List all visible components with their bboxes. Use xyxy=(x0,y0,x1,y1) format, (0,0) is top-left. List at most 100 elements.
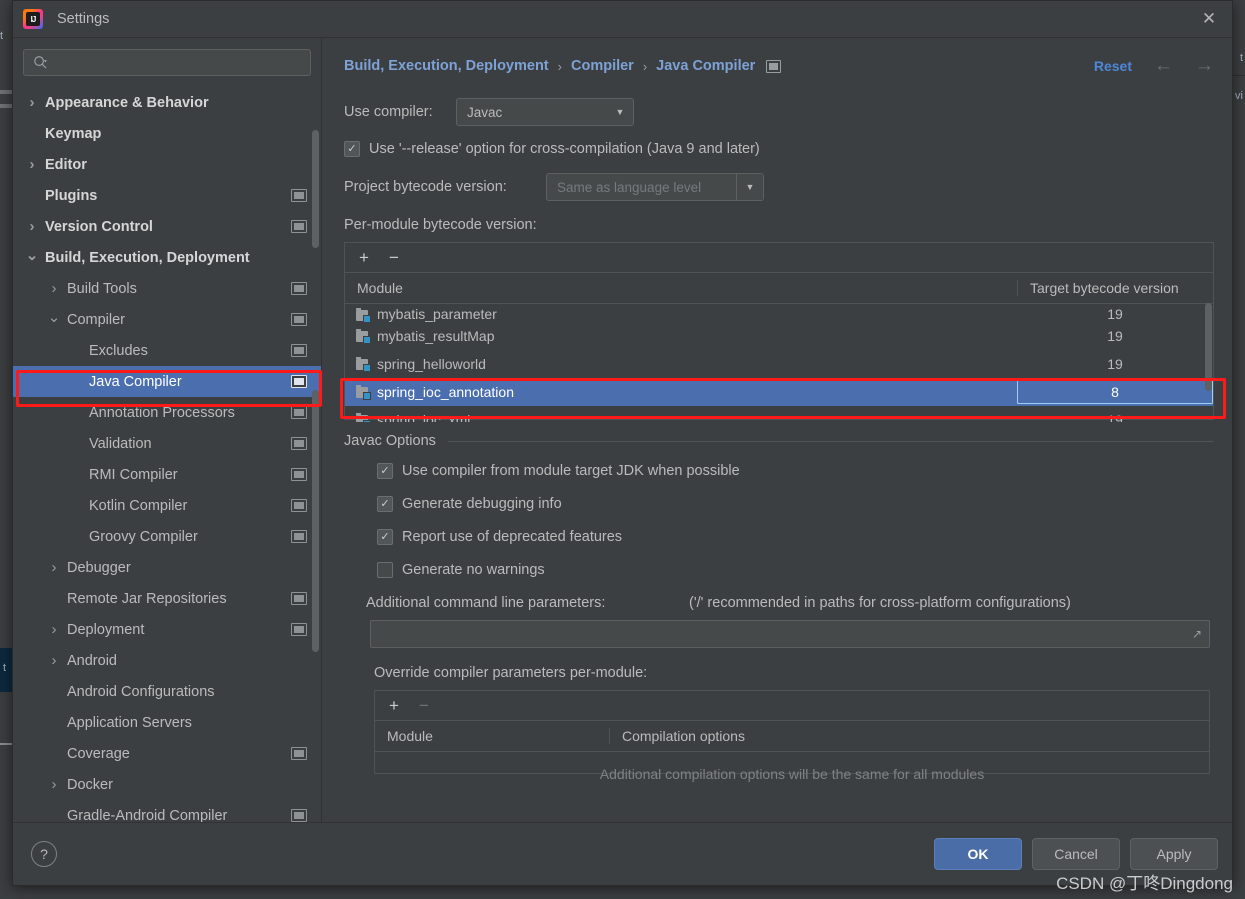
chevron-right-icon[interactable]: › xyxy=(47,652,61,669)
table-row[interactable]: mybatis_parameter 19 xyxy=(345,304,1213,322)
table-row[interactable]: spring_ioc_xml 19 xyxy=(345,406,1213,422)
sidebar-item-label: Deployment xyxy=(67,621,145,638)
sidebar-item-keymap[interactable]: Keymap xyxy=(13,118,321,149)
release-option-row[interactable]: ✓ Use '--release' option for cross-compi… xyxy=(344,141,1214,157)
sidebar-item-appearance-behavior[interactable]: › Appearance & Behavior xyxy=(13,87,321,118)
sidebar-item-android[interactable]: › Android xyxy=(13,645,321,676)
table-row[interactable]: spring_ioc_annotation 8 xyxy=(345,378,1213,406)
javac-option-checkbox[interactable] xyxy=(377,562,393,578)
settings-tree[interactable]: › Appearance & Behavior Keymap › Editor Plugi… xyxy=(13,85,321,822)
project-scope-icon xyxy=(291,189,307,202)
arrow-left-icon[interactable]: ← xyxy=(1154,55,1173,77)
override-column-compilation-options[interactable]: Compilation options xyxy=(609,728,1209,744)
remove-module-button[interactable]: − xyxy=(389,249,399,266)
sidebar-item-label: Validation xyxy=(89,435,152,452)
project-bytecode-value: Same as language level xyxy=(557,179,702,195)
expand-icon[interactable]: ↗ xyxy=(1192,627,1202,641)
breadcrumb-item-1[interactable]: Compiler xyxy=(571,58,634,74)
column-header-module[interactable]: Module xyxy=(345,280,1017,296)
breadcrumb-item-0[interactable]: Build, Execution, Deployment xyxy=(344,58,549,74)
javac-option-row[interactable]: ✓ Report use of deprecated features xyxy=(377,529,1214,545)
sidebar-item-java-compiler[interactable]: Java Compiler xyxy=(13,366,321,397)
sidebar-item-kotlin-compiler[interactable]: Kotlin Compiler xyxy=(13,490,321,521)
sidebar-item-debugger[interactable]: › Debugger xyxy=(13,552,321,583)
override-column-module[interactable]: Module xyxy=(375,728,609,744)
search-box[interactable] xyxy=(23,49,311,76)
javac-option-checkbox[interactable]: ✓ xyxy=(377,463,393,479)
sidebar-item-build-tools[interactable]: › Build Tools xyxy=(13,273,321,304)
search-input[interactable] xyxy=(48,54,310,71)
reset-button[interactable]: Reset xyxy=(1094,58,1132,74)
release-option-checkbox[interactable]: ✓ xyxy=(344,141,360,157)
override-table-header: Module Compilation options xyxy=(375,721,1209,752)
search-container xyxy=(13,38,321,85)
module-name: spring_helloworld xyxy=(377,356,486,372)
column-header-target-bytecode[interactable]: Target bytecode version xyxy=(1017,280,1213,296)
chevron-right-icon[interactable]: › xyxy=(47,776,61,793)
sidebar-item-label: Editor xyxy=(45,156,87,173)
sidebar-item-remote-jar-repositories[interactable]: Remote Jar Repositories xyxy=(13,583,321,614)
sidebar-item-excludes[interactable]: Excludes xyxy=(13,335,321,366)
per-module-table-body[interactable]: mybatis_parameter 19 mybatis_resultMap 19 sp… xyxy=(345,304,1213,422)
javac-options-checkbox-list: ✓ Use compiler from module target JDK whe… xyxy=(344,463,1214,578)
override-table-empty-message: Additional compilation options will be t… xyxy=(599,766,985,782)
table-row[interactable]: mybatis_resultMap 19 xyxy=(345,322,1213,350)
override-table-toolbar: + − xyxy=(375,691,1209,721)
use-compiler-select[interactable]: Javac ▼ xyxy=(456,98,634,126)
chevron-right-icon[interactable]: › xyxy=(47,559,61,576)
javac-option-checkbox[interactable]: ✓ xyxy=(377,496,393,512)
javac-option-row[interactable]: Generate no warnings xyxy=(377,562,1214,578)
cancel-button[interactable]: Cancel xyxy=(1032,838,1120,870)
chevron-down-icon[interactable]: ⌄ xyxy=(47,308,61,331)
chevron-right-icon[interactable]: › xyxy=(47,280,61,297)
sidebar-item-gradle-android-compiler[interactable]: Gradle-Android Compiler xyxy=(13,800,321,822)
project-bytecode-select[interactable]: Same as language level ▼ xyxy=(546,173,764,201)
project-scope-icon xyxy=(291,437,307,450)
chevron-right-icon[interactable]: › xyxy=(47,621,61,638)
table-row[interactable]: spring_helloworld 19 xyxy=(345,350,1213,378)
sidebar-scrollbar-thumb-top[interactable] xyxy=(312,130,319,248)
project-scope-icon xyxy=(766,59,782,73)
sidebar-item-plugins[interactable]: Plugins xyxy=(13,180,321,211)
add-module-button[interactable]: + xyxy=(359,249,369,266)
sidebar-item-compiler[interactable]: ⌄ Compiler xyxy=(13,304,321,335)
sidebar-item-annotation-processors[interactable]: Annotation Processors xyxy=(13,397,321,428)
arrow-right-icon[interactable]: → xyxy=(1195,55,1214,77)
javac-option-row[interactable]: ✓ Use compiler from module target JDK whe… xyxy=(377,463,1214,479)
target-bytecode-version-input[interactable]: 8 xyxy=(1017,380,1213,404)
sidebar-item-editor[interactable]: › Editor xyxy=(13,149,321,180)
chevron-right-icon[interactable]: › xyxy=(25,156,39,173)
help-button[interactable]: ? xyxy=(31,841,57,867)
sidebar-item-android-configurations[interactable]: Android Configurations xyxy=(13,676,321,707)
javac-option-checkbox[interactable]: ✓ xyxy=(377,529,393,545)
sidebar-item-label: RMI Compiler xyxy=(89,466,178,483)
ok-button[interactable]: OK xyxy=(934,838,1022,870)
sidebar-item-coverage[interactable]: Coverage xyxy=(13,738,321,769)
sidebar-item-deployment[interactable]: › Deployment xyxy=(13,614,321,645)
sidebar-item-groovy-compiler[interactable]: Groovy Compiler xyxy=(13,521,321,552)
sidebar-scrollbar-thumb[interactable] xyxy=(312,390,319,652)
sidebar-item-rmi-compiler[interactable]: RMI Compiler xyxy=(13,459,321,490)
module-name: mybatis_parameter xyxy=(377,306,497,322)
sidebar-item-validation[interactable]: Validation xyxy=(13,428,321,459)
close-icon[interactable]: ✕ xyxy=(1186,1,1232,37)
add-override-button[interactable]: + xyxy=(389,697,399,714)
chevron-down-icon[interactable]: ⌄ xyxy=(25,246,39,269)
sidebar-item-label: Android xyxy=(67,652,117,669)
sidebar-item-application-servers[interactable]: Application Servers xyxy=(13,707,321,738)
chevron-right-icon[interactable]: › xyxy=(25,94,39,111)
sidebar-item-build-execution-deployment[interactable]: ⌄ Build, Execution, Deployment xyxy=(13,242,321,273)
javac-option-row[interactable]: ✓ Generate debugging info xyxy=(377,496,1214,512)
chevron-right-icon[interactable]: › xyxy=(25,218,39,235)
apply-button[interactable]: Apply xyxy=(1130,838,1218,870)
sidebar-item-docker[interactable]: › Docker xyxy=(13,769,321,800)
project-scope-icon xyxy=(291,809,307,822)
per-module-table-header: Module Target bytecode version xyxy=(345,273,1213,304)
sidebar-item-label: Compiler xyxy=(67,311,126,328)
module-icon xyxy=(356,308,371,322)
additional-params-input[interactable]: ↗ xyxy=(370,620,1210,648)
sidebar-item-version-control[interactable]: › Version Control xyxy=(13,211,321,242)
table-scrollbar-thumb[interactable] xyxy=(1205,303,1212,391)
sidebar-item-label: Appearance & Behavior xyxy=(45,94,209,111)
breadcrumb-item-2[interactable]: Java Compiler xyxy=(656,58,755,74)
